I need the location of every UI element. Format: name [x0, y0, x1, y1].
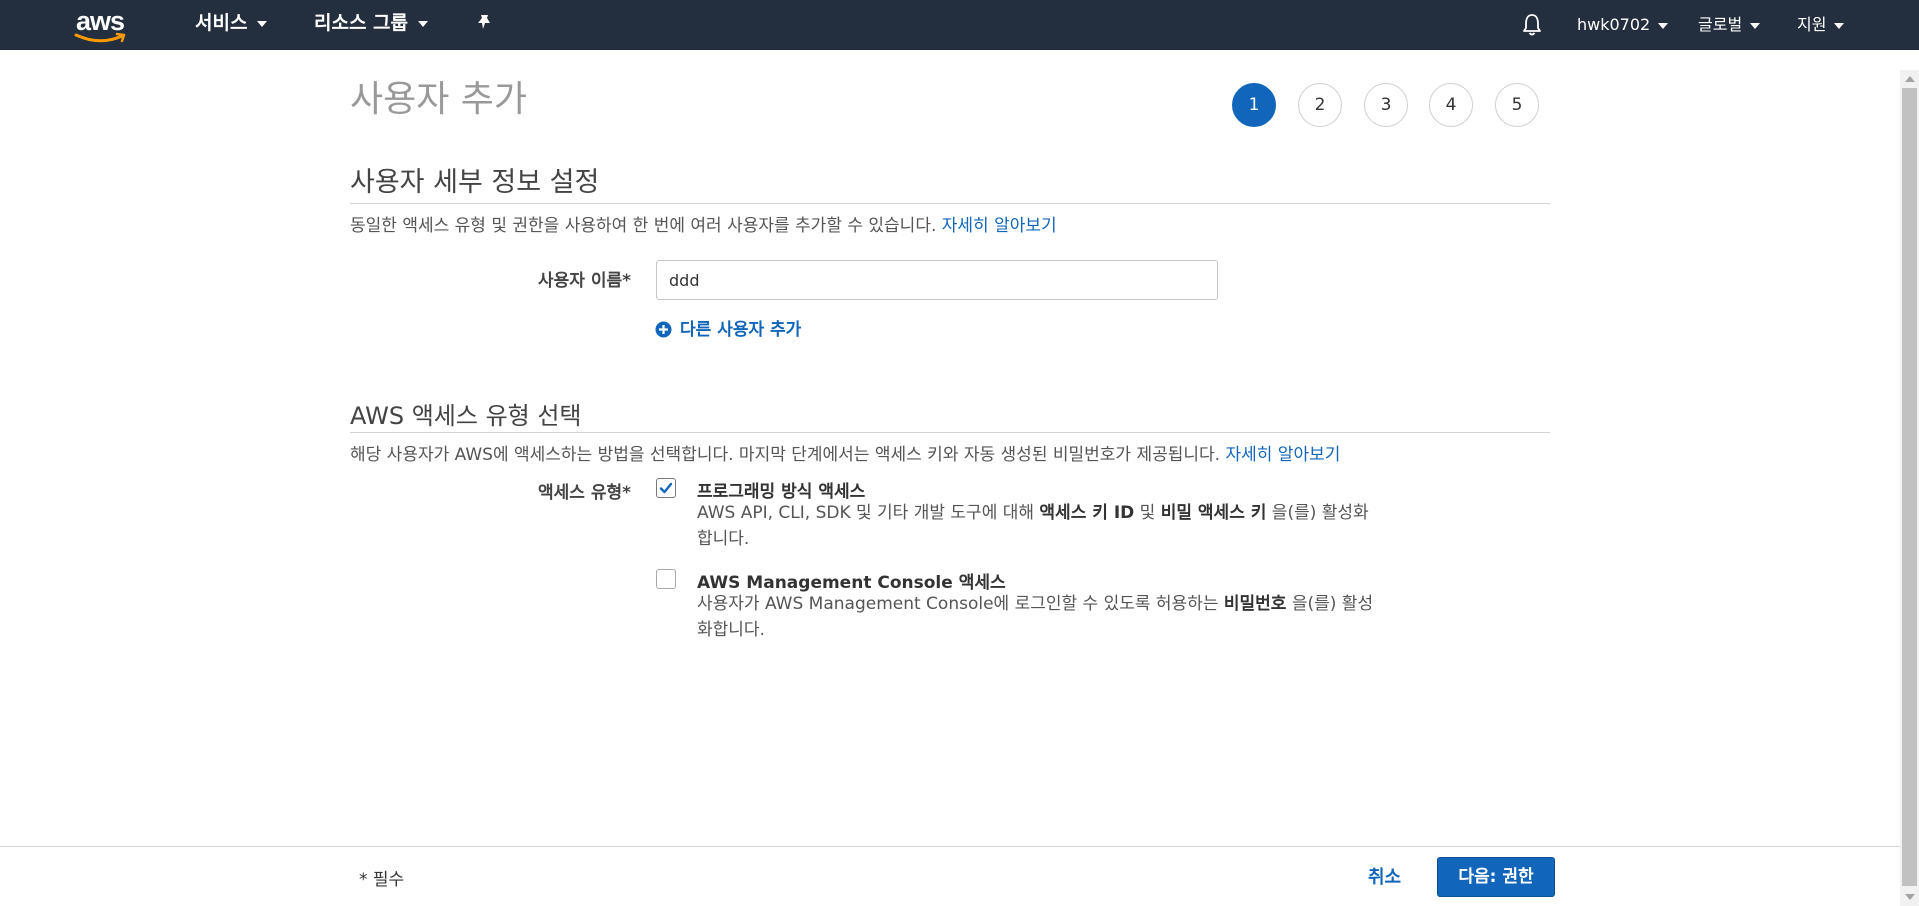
aws-logo[interactable]: aws — [72, 6, 128, 44]
services-label: 서비스 — [195, 12, 248, 34]
section-description: 해당 사용자가 AWS에 액세스하는 방법을 선택합니다. 마지막 단계에서는 … — [350, 440, 1340, 465]
step-3[interactable]: 3 — [1364, 83, 1408, 127]
scrollbar-thumb[interactable] — [1902, 88, 1917, 886]
section-divider — [350, 203, 1550, 204]
step-2[interactable]: 2 — [1298, 83, 1342, 127]
access-type-description: 해당 사용자가 AWS에 액세스하는 방법을 선택합니다. 마지막 단계에서는 … — [350, 445, 1221, 465]
wizard-footer: * 필수 취소 다음: 권한 — [0, 846, 1900, 906]
aws-smile-icon — [74, 32, 126, 43]
console-access-checkbox[interactable] — [656, 569, 676, 589]
cancel-button[interactable]: 취소 — [1368, 863, 1401, 889]
pin-icon[interactable] — [476, 13, 494, 35]
learn-more-link[interactable]: 자세히 알아보기 — [942, 216, 1057, 236]
account-label: hwk0702 — [1577, 15, 1651, 34]
services-menu[interactable]: 서비스 — [195, 0, 268, 50]
programmatic-access-description: AWS API, CLI, SDK 및 기타 개발 도구에 대해 액세스 키 I… — [697, 500, 1377, 552]
section-description: 동일한 액세스 유형 및 권한을 사용하여 한 번에 여러 사용자를 추가할 수… — [350, 211, 1057, 236]
programmatic-access-title: 프로그래밍 방식 액세스 — [697, 482, 866, 502]
add-another-user-label: 다른 사용자 추가 — [680, 320, 802, 340]
desc-bold: 비밀번호 — [1223, 594, 1287, 614]
bell-icon[interactable] — [1522, 13, 1542, 37]
resource-groups-label: 리소스 그룹 — [314, 12, 409, 34]
add-another-user-button[interactable]: 다른 사용자 추가 — [655, 315, 801, 340]
step-5[interactable]: 5 — [1495, 83, 1539, 127]
programmatic-access-checkbox[interactable] — [656, 478, 676, 498]
support-menu[interactable]: 지원 — [1797, 0, 1845, 50]
learn-more-link[interactable]: 자세히 알아보기 — [1225, 445, 1340, 465]
username-label: 사용자 이름* — [538, 271, 632, 291]
console-access-title: AWS Management Console 액세스 — [697, 573, 1006, 593]
desc-text: 및 — [1134, 503, 1161, 523]
region-menu[interactable]: 글로벌 — [1698, 0, 1761, 50]
desc-bold: 비밀 액세스 키 — [1160, 503, 1267, 523]
section-divider — [350, 432, 1550, 433]
support-label: 지원 — [1797, 15, 1827, 34]
chevron-down-icon — [257, 20, 268, 27]
desc-text: 사용자가 AWS Management Console에 로그인할 수 있도록 … — [697, 594, 1224, 614]
region-label: 글로벌 — [1698, 15, 1743, 34]
section-title-user-details: 사용자 세부 정보 설정 — [350, 167, 600, 198]
checkmark-icon — [659, 482, 673, 494]
page-title: 사용자 추가 — [350, 79, 528, 120]
plus-circle-icon — [655, 321, 672, 338]
desc-text: AWS API, CLI, SDK 및 기타 개발 도구에 대해 — [697, 503, 1040, 523]
chevron-down-icon — [418, 20, 429, 27]
resource-groups-menu[interactable]: 리소스 그룹 — [314, 0, 429, 50]
desc-bold: 액세스 키 ID — [1039, 503, 1135, 523]
scroll-down-arrow-icon[interactable] — [1905, 894, 1915, 900]
chevron-down-icon — [1834, 22, 1845, 29]
chevron-down-icon — [1658, 22, 1669, 29]
scroll-up-arrow-icon[interactable] — [1905, 76, 1915, 82]
step-4[interactable]: 4 — [1429, 83, 1473, 127]
vertical-scrollbar[interactable] — [1900, 70, 1919, 906]
chevron-down-icon — [1750, 22, 1761, 29]
account-menu[interactable]: hwk0702 — [1577, 0, 1669, 50]
next-permissions-button[interactable]: 다음: 권한 — [1437, 857, 1555, 897]
step-1[interactable]: 1 — [1232, 83, 1276, 127]
required-note: * 필수 — [359, 870, 405, 890]
user-details-description: 동일한 액세스 유형 및 권한을 사용하여 한 번에 여러 사용자를 추가할 수… — [350, 216, 937, 236]
username-input[interactable] — [656, 260, 1218, 300]
section-title-access-type: AWS 액세스 유형 선택 — [350, 402, 582, 430]
access-type-label: 액세스 유형* — [538, 483, 632, 503]
top-navigation-bar: aws 서비스 리소스 그룹 hwk0702 글로벌 지원 — [0, 0, 1919, 50]
console-access-description: 사용자가 AWS Management Console에 로그인할 수 있도록 … — [697, 591, 1377, 643]
